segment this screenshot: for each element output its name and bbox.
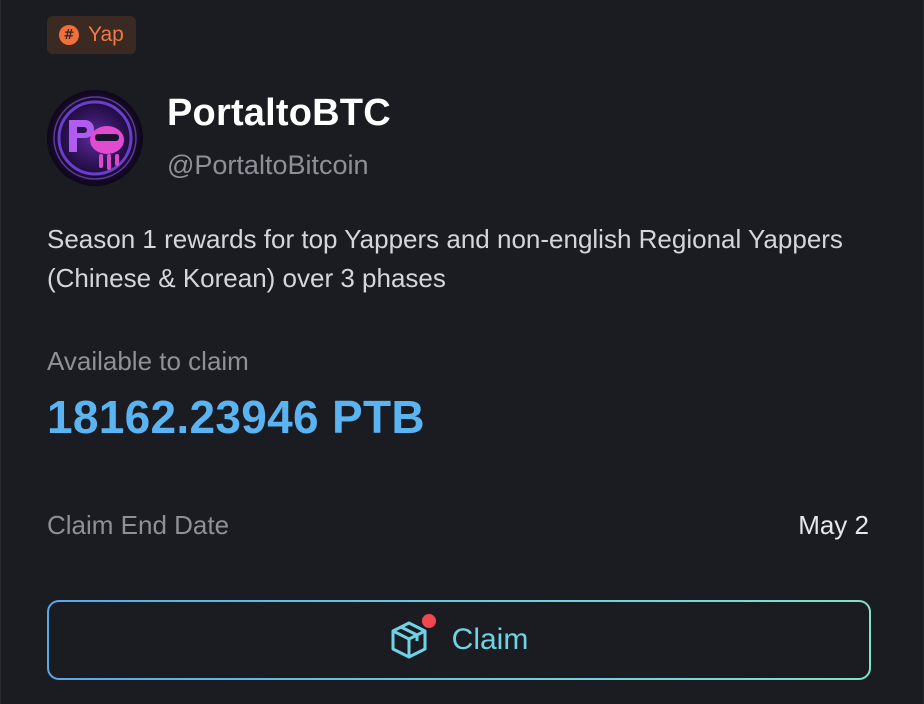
claim-button[interactable]: Claim	[47, 600, 871, 680]
project-handle[interactable]: @PortaltoBitcoin	[167, 150, 369, 181]
project-description: Season 1 rewards for top Yappers and non…	[47, 224, 843, 293]
claim-button-inner[interactable]: Claim	[49, 602, 869, 678]
available-label: Available to claim	[47, 346, 249, 376]
notification-dot	[421, 614, 436, 628]
yap-tag: # Yap	[47, 16, 136, 54]
claim-button-label: Claim	[451, 623, 529, 656]
hashtag-icon: #	[59, 25, 79, 45]
tag-label: Yap	[88, 23, 124, 46]
project-avatar	[47, 90, 143, 186]
end-date-label: Claim End Date	[47, 510, 230, 540]
project-name: PortaltoBTC	[167, 92, 391, 134]
reward-card: # Yap PortaltoBTC @PortaltoBitcoin Seaso…	[0, 0, 924, 704]
portal-logo-icon	[47, 90, 143, 186]
end-date-value: May 2	[798, 510, 869, 540]
claimable-amount: 18162.23946 PTB	[47, 391, 425, 443]
package-box-icon	[390, 614, 436, 660]
